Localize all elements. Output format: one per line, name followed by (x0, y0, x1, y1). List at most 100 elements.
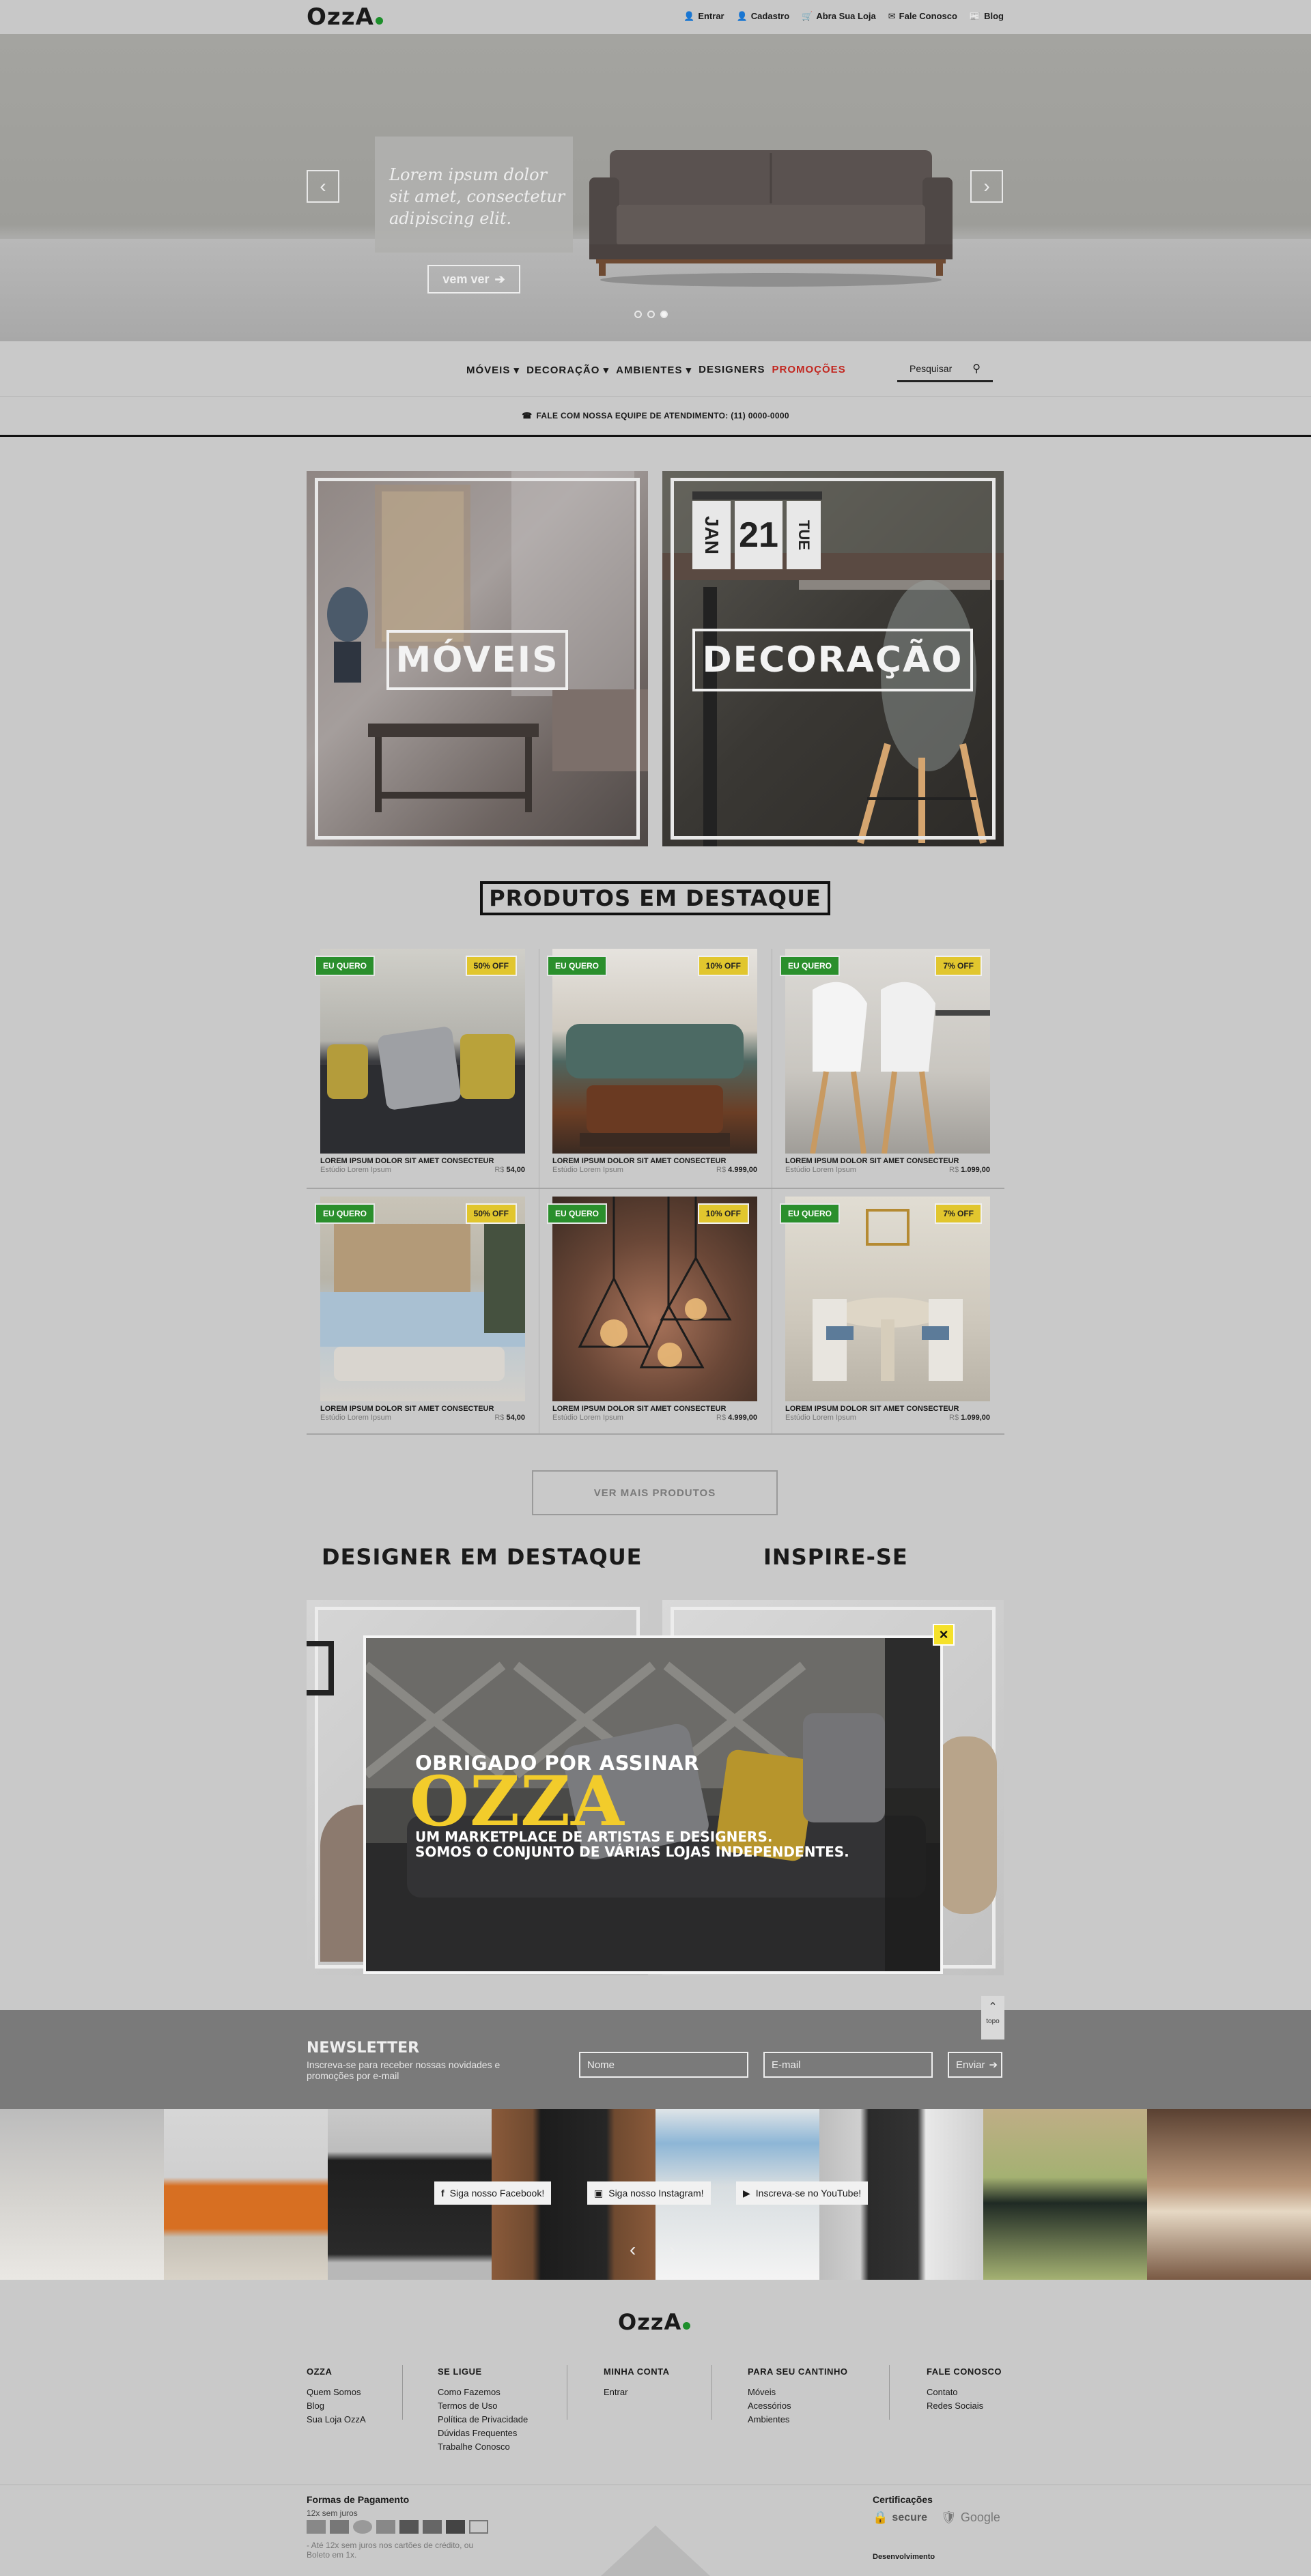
link-contact[interactable]: ✉ Fale Conosco (888, 11, 957, 22)
name-placeholder: Nome (587, 2059, 615, 2071)
footer-link[interactable]: Sua Loja OzzA (307, 2413, 366, 2427)
product-image[interactable] (320, 949, 525, 1154)
card-brand-icon (376, 2520, 395, 2534)
product-name[interactable]: LOREM IPSUM DOLOR SIT AMET CONSECTEUR (320, 1405, 494, 1413)
back-to-top-button[interactable]: ⌃ topo (981, 1996, 1004, 2040)
product-studio[interactable]: Estúdio Lorem Ipsum (320, 1414, 391, 1422)
facebook-icon: f (441, 2188, 445, 2199)
link-open-store[interactable]: 🛒 Abra Sua Loja (802, 11, 876, 22)
search-box[interactable]: Pesquisar ⚲ (897, 356, 993, 382)
hero-cta-button[interactable]: vem ver ➔ (427, 265, 520, 294)
living-room-ottoman-photo (566, 1024, 744, 1147)
chevron-up-icon: ⌃ (988, 2001, 998, 2013)
product-image[interactable] (785, 1197, 990, 1401)
link-login[interactable]: 👤 Entrar (683, 11, 724, 22)
slider-next-button[interactable]: › (970, 170, 1003, 203)
hero-text: Lorem ipsum dolor sit amet, consectetur … (389, 165, 565, 228)
nav-item-decoracao[interactable]: DECORAÇÃO ▾ (526, 364, 609, 376)
eu-quero-badge[interactable]: EU QUERO (547, 956, 608, 976)
nav-item-ambientes[interactable]: AMBIENTES ▾ (616, 364, 692, 376)
modal-description: UM MARKETPLACE DE ARTISTAS E DESIGNERS. S… (415, 1829, 849, 1859)
product-card[interactable]: EU QUERO 50% OFF LOREM IPSUM DOLOR SIT A… (307, 1197, 539, 1442)
gallery-next-icon[interactable]: › (669, 2239, 675, 2261)
product-name[interactable]: LOREM IPSUM DOLOR SIT AMET CONSECTEUR (552, 1157, 726, 1165)
footer-link[interactable]: Móveis (748, 2386, 847, 2399)
product-image[interactable] (785, 949, 990, 1154)
footer-link[interactable]: Contato (927, 2386, 1002, 2399)
product-card[interactable]: EU QUERO 7% OFF LOREM IPSUM DOLOR SIT AM… (772, 949, 1004, 1194)
footer-link[interactable]: Redes Sociais (927, 2399, 1002, 2413)
product-name[interactable]: LOREM IPSUM DOLOR SIT AMET CONSECTEUR (785, 1157, 959, 1165)
logo[interactable]: OzzA (307, 3, 383, 31)
product-name[interactable]: LOREM IPSUM DOLOR SIT AMET CONSECTEUR (320, 1157, 494, 1165)
eu-quero-badge[interactable]: EU QUERO (547, 1203, 608, 1224)
instagram-follow-button[interactable]: ▣ Siga nosso Instagram! (587, 2181, 711, 2205)
footer-link[interactable]: Trabalhe Conosco (438, 2440, 528, 2454)
slider-prev-button[interactable]: ‹ (307, 170, 339, 203)
newspaper-icon: 📰 (969, 11, 981, 21)
view-more-products-button[interactable]: VER MAIS PRODUTOS (532, 1470, 778, 1515)
footer-link[interactable]: Entrar (604, 2386, 670, 2399)
modal-close-button[interactable]: × (933, 1624, 955, 1646)
newsletter-email-input[interactable]: E-mail (763, 2052, 933, 2078)
product-studio[interactable]: Estúdio Lorem Ipsum (552, 1414, 623, 1422)
category-label: MÓVEIS (386, 630, 568, 690)
gallery-image[interactable] (0, 2109, 164, 2280)
nav-item-moveis[interactable]: MÓVEIS ▾ (466, 364, 520, 376)
footer-link[interactable]: Como Fazemos (438, 2386, 528, 2399)
product-image[interactable] (552, 949, 757, 1154)
facebook-follow-button[interactable]: f Siga nosso Facebook! (434, 2181, 552, 2205)
nav-item-designers[interactable]: DESIGNERS (699, 364, 765, 376)
product-image[interactable] (320, 1197, 525, 1401)
link-blog[interactable]: 📰 Blog (970, 11, 1004, 22)
newsletter-name-input[interactable]: Nome (579, 2052, 748, 2078)
product-card[interactable]: EU QUERO 7% OFF LOREM IPSUM DOLOR SIT AM… (772, 1197, 1004, 1442)
footer-link[interactable]: Ambientes (748, 2413, 847, 2427)
call-text: FALE COM NOSSA EQUIPE DE ATENDIMENTO: (1… (536, 411, 789, 420)
lock-icon: 🔒 (873, 2510, 888, 2524)
search-icon[interactable]: ⚲ (972, 362, 981, 375)
eu-quero-badge[interactable]: EU QUERO (315, 1203, 376, 1224)
footer-logo[interactable]: OzzA (618, 2309, 691, 2335)
slider-dot-active[interactable] (660, 311, 668, 318)
gallery-image[interactable] (1147, 2109, 1311, 2280)
eu-quero-badge[interactable]: EU QUERO (315, 956, 376, 976)
nav-item-promocoes[interactable]: PROMOÇÕES (772, 364, 846, 376)
newsletter-submit-button[interactable]: Enviar ➔ (948, 2052, 1002, 2078)
category-tile-moveis[interactable]: MÓVEIS (307, 471, 648, 846)
product-studio[interactable]: Estúdio Lorem Ipsum (552, 1166, 623, 1174)
dining-table-photo (813, 1209, 963, 1381)
slider-dot[interactable] (647, 311, 655, 318)
secure-badge[interactable]: 🔒 secure (873, 2510, 927, 2525)
footer-link[interactable]: Política de Privacidade (438, 2413, 528, 2427)
gallery-prev-icon[interactable]: ‹ (630, 2239, 636, 2261)
product-studio[interactable]: Estúdio Lorem Ipsum (320, 1166, 391, 1174)
category-tile-decoracao[interactable]: JAN 21 TUE DECORAÇÃO (662, 471, 1004, 846)
footer-col-fale-conosco: FALE CONOSCO Contato Redes Sociais (927, 2365, 1002, 2413)
google-badge[interactable]: 🛡 Google (941, 2510, 1000, 2525)
nav-menu: MÓVEIS ▾ DECORAÇÃO ▾ AMBIENTES ▾ DESIGNE… (466, 364, 846, 376)
footer-link[interactable]: Acessórios (748, 2399, 847, 2413)
eu-quero-badge[interactable]: EU QUERO (780, 956, 841, 976)
product-studio[interactable]: Estúdio Lorem Ipsum (785, 1414, 856, 1422)
product-studio[interactable]: Estúdio Lorem Ipsum (785, 1166, 856, 1174)
product-name[interactable]: LOREM IPSUM DOLOR SIT AMET CONSECTEUR (785, 1405, 959, 1413)
link-register[interactable]: 👤 Cadastro (737, 11, 790, 22)
youtube-subscribe-button[interactable]: ▶ Inscreva-se no YouTube! (736, 2181, 869, 2205)
product-name[interactable]: LOREM IPSUM DOLOR SIT AMET CONSECTEUR (552, 1405, 726, 1413)
nav-label: AMBIENTES (616, 364, 683, 376)
gallery-image[interactable] (164, 2109, 328, 2280)
eu-quero-badge[interactable]: EU QUERO (780, 1203, 841, 1224)
product-card[interactable]: EU QUERO 50% OFF LOREM IPSUM DOLOR SIT A… (307, 949, 539, 1194)
footer-link[interactable]: Quem Somos (307, 2386, 366, 2399)
gallery-image[interactable] (983, 2109, 1147, 2280)
product-image[interactable] (552, 1197, 757, 1401)
footer-link[interactable]: Termos de Uso (438, 2399, 528, 2413)
slider-dot[interactable] (634, 311, 642, 318)
footer-link[interactable]: Blog (307, 2399, 366, 2413)
search-input[interactable]: Pesquisar (910, 363, 952, 374)
product-card[interactable]: EU QUERO 10% OFF LOREM IPSUM DOLOR SIT A… (539, 949, 771, 1194)
price-value: 54,00 (506, 1414, 525, 1422)
footer-link[interactable]: Dúvidas Frequentes (438, 2427, 528, 2440)
product-card[interactable]: EU QUERO 10% OFF LOREM IPSUM DOLOR SIT A… (539, 1197, 771, 1442)
